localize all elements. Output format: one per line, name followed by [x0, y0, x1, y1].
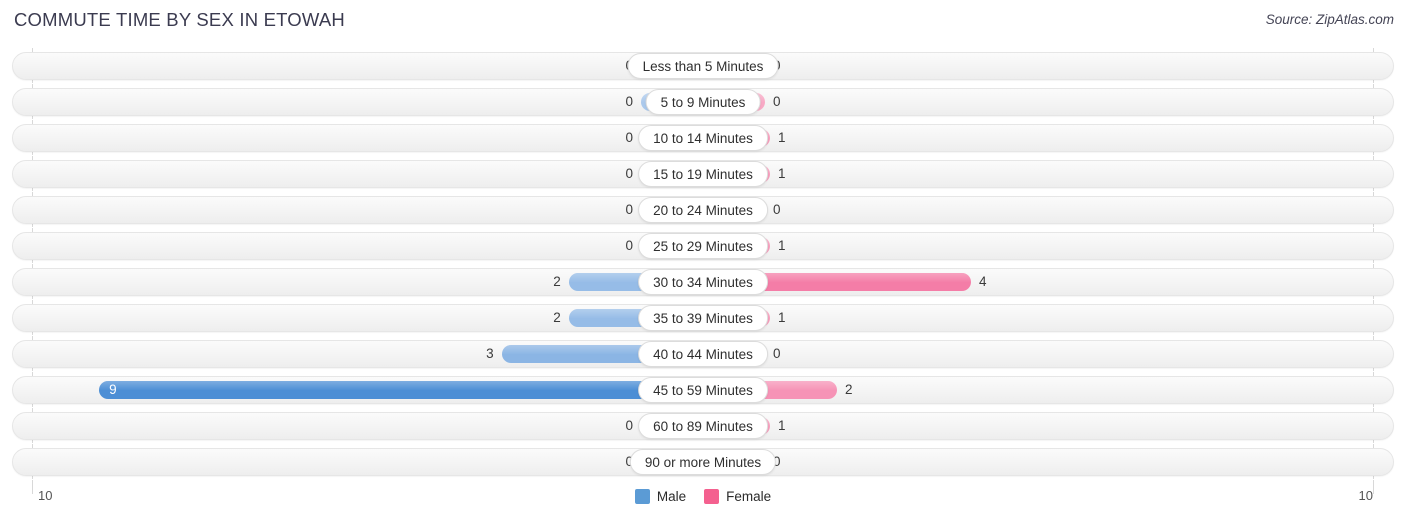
category-label-pill[interactable]: 20 to 24 Minutes: [638, 197, 768, 223]
category-label-pill[interactable]: Less than 5 Minutes: [627, 53, 779, 79]
category-label-pill[interactable]: 60 to 89 Minutes: [638, 413, 768, 439]
value-label-female: 1: [778, 418, 786, 433]
category-label-pill[interactable]: 10 to 14 Minutes: [638, 125, 768, 151]
plot-area: 00Less than 5 Minutes005 to 9 Minutes011…: [0, 48, 1406, 494]
chart-legend: Male Female: [0, 489, 1406, 504]
value-label-male: 0: [593, 453, 633, 471]
table-row[interactable]: 2 1 35 to 39 Minutes: [0, 300, 1406, 336]
value-label-female: 1: [778, 130, 786, 145]
legend-swatch-icon: [704, 489, 720, 504]
category-label-pill[interactable]: 90 or more Minutes: [629, 449, 777, 475]
category-label-pill[interactable]: 40 to 44 Minutes: [638, 341, 768, 367]
page-title: COMMUTE TIME BY SEX IN ETOWAH: [14, 9, 345, 30]
value-label-female: 0: [773, 346, 781, 361]
value-label-female: 0: [773, 94, 781, 109]
category-label-pill[interactable]: 45 to 59 Minutes: [638, 377, 768, 403]
bar-rows: 00Less than 5 Minutes005 to 9 Minutes011…: [0, 48, 1406, 480]
value-label-female: 0: [773, 454, 781, 469]
value-label-female: 0: [773, 202, 781, 217]
table-row[interactable]: 0 1 10 to 14 Minutes: [0, 120, 1406, 156]
category-label-pill[interactable]: 35 to 39 Minutes: [638, 305, 768, 331]
bar-highlight: [99, 381, 703, 390]
legend-item-male[interactable]: Male: [634, 489, 687, 504]
table-row[interactable]: 0 090 or more Minutes: [0, 444, 1406, 480]
category-label-pill[interactable]: 5 to 9 Minutes: [645, 89, 761, 115]
value-label-male: 0: [625, 130, 633, 145]
table-row[interactable]: 0 0 20 to 24 Minutes: [0, 192, 1406, 228]
value-label-female: 0: [773, 57, 813, 75]
value-label-female: 2: [845, 382, 853, 397]
row-separator: [0, 479, 1406, 480]
table-row[interactable]: 9 2 45 to 59 Minutes: [0, 372, 1406, 408]
category-label-pill[interactable]: 25 to 29 Minutes: [638, 233, 768, 259]
source-attribution: Source: ZipAtlas.com: [1265, 12, 1394, 27]
chart-page: COMMUTE TIME BY SEX IN ETOWAH Source: Zi…: [0, 0, 1406, 523]
table-row[interactable]: 0 1 15 to 19 Minutes: [0, 156, 1406, 192]
legend-item-female[interactable]: Female: [704, 489, 771, 504]
value-label-male: 0: [625, 94, 633, 109]
category-label-pill[interactable]: 30 to 34 Minutes: [638, 269, 768, 295]
value-label-male: 0: [625, 202, 633, 217]
value-label-female: 4: [979, 274, 987, 289]
value-label-male: 0: [625, 418, 633, 433]
value-label-male: 2: [553, 274, 561, 289]
chart-header: COMMUTE TIME BY SEX IN ETOWAH Source: Zi…: [0, 0, 1406, 42]
bar-male[interactable]: [99, 381, 703, 399]
legend-label: Male: [656, 489, 687, 504]
value-label-male: 2: [553, 310, 561, 325]
value-label-male: 0: [625, 166, 633, 181]
category-label-pill[interactable]: 15 to 19 Minutes: [638, 161, 768, 187]
value-label-female: 1: [778, 166, 786, 181]
value-label-female: 1: [778, 310, 786, 325]
chart-footer: 10 10 Male Female: [0, 486, 1406, 523]
table-row[interactable]: 2 4 30 to 34 Minutes: [0, 264, 1406, 300]
value-label-male: 3: [486, 346, 494, 361]
value-label-male: 0: [625, 238, 633, 253]
table-row[interactable]: 3 0 40 to 44 Minutes: [0, 336, 1406, 372]
legend-label: Female: [726, 489, 772, 504]
table-row[interactable]: 0 1 60 to 89 Minutes: [0, 408, 1406, 444]
table-row[interactable]: 0 1 25 to 29 Minutes: [0, 228, 1406, 264]
table-row[interactable]: 00Less than 5 Minutes: [0, 48, 1406, 84]
value-label-female: 1: [778, 238, 786, 253]
table-row[interactable]: 0 0 5 to 9 Minutes: [0, 84, 1406, 120]
legend-swatch-icon: [634, 489, 650, 504]
value-label-male: 9: [109, 382, 117, 397]
